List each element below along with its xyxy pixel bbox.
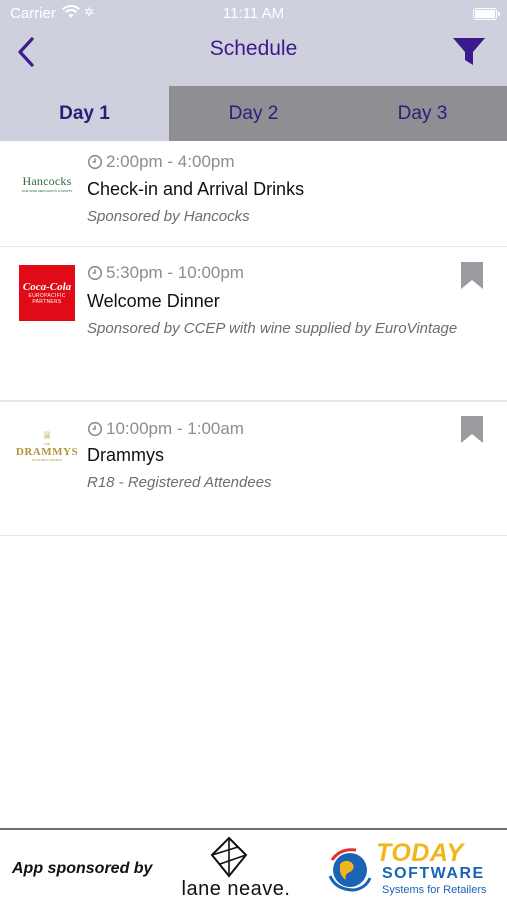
navigation-bar: Schedule: [0, 28, 507, 86]
battery-icon: [473, 8, 500, 20]
event-time-text: 10:00pm - 1:00am: [106, 419, 244, 438]
tab-day-1[interactable]: Day 1: [0, 86, 169, 141]
clock-icon: [87, 421, 103, 437]
clock-icon: [87, 265, 103, 281]
event-subtitle: R18 - Registered Attendees: [87, 474, 272, 491]
lane-neave-name: lane neave.: [181, 878, 291, 900]
event-item[interactable]: ♕ THE DRAMMYS NZ WHISKY AWARDS 10:00pm -…: [0, 401, 507, 536]
today-software-subtitle: SOFTWARE: [382, 865, 485, 882]
drammys-logo: ♕ THE DRAMMYS NZ WHISKY AWARDS: [15, 418, 79, 474]
event-title: Check-in and Arrival Drinks: [87, 179, 305, 199]
event-subtitle: Sponsored by Hancocks: [87, 208, 250, 225]
event-title: Welcome Dinner: [87, 291, 220, 311]
lane-neave-icon: [210, 836, 248, 878]
sponsor-banner[interactable]: App sponsored by lane neave. TODAY SOFTW…: [0, 828, 507, 900]
today-software-logo: TODAY SOFTWARE Systems for Retailers: [326, 840, 502, 898]
tab-day-3[interactable]: Day 3: [338, 86, 507, 141]
drammys-logo-name: DRAMMYS: [15, 446, 79, 458]
bookmark-icon[interactable]: [459, 415, 485, 445]
hancocks-logo-tagline: FINE WINE MERCHANTS & SPIRITS: [21, 188, 73, 193]
globe-icon: [328, 848, 372, 892]
filter-button[interactable]: [449, 32, 489, 72]
event-title: Drammys: [87, 445, 164, 465]
day-tabs: Day 1 Day 2 Day 3: [0, 86, 507, 141]
event-time: 5:30pm - 10:00pm: [87, 263, 244, 283]
today-software-tagline: Systems for Retailers: [382, 884, 487, 896]
event-time: 10:00pm - 1:00am: [87, 419, 244, 439]
funnel-icon: [453, 38, 485, 65]
hancocks-logo-name: Hancocks: [22, 173, 72, 188]
sponsor-label: App sponsored by: [12, 860, 153, 877]
status-bar: Carrier ✲ 11:11 AM: [0, 0, 507, 28]
event-item[interactable]: Hancocks FINE WINE MERCHANTS & SPIRITS 2…: [0, 141, 507, 247]
bookmark-icon[interactable]: [459, 261, 485, 291]
lane-neave-logo: lane neave.: [170, 836, 302, 900]
clock-time: 11:11 AM: [222, 5, 285, 22]
event-time-text: 2:00pm - 4:00pm: [106, 152, 235, 171]
today-software-title: TODAY: [376, 839, 464, 867]
hancocks-logo: Hancocks FINE WINE MERCHANTS & SPIRITS: [19, 155, 75, 211]
crest-icon: ♕: [42, 430, 52, 442]
page-title: Schedule: [209, 37, 298, 60]
clock-icon: [87, 154, 103, 170]
event-2-content: 5:30pm - 10:00pm Welcome Dinner Sponsore…: [0, 247, 507, 401]
tab-day-2[interactable]: Day 2: [169, 86, 338, 141]
event-subtitle: Sponsored by CCEP with wine supplied by …: [87, 320, 458, 337]
event-time-text: 5:30pm - 10:00pm: [106, 263, 244, 282]
drammys-logo-tagline: NZ WHISKY AWARDS: [31, 458, 63, 462]
event-time: 2:00pm - 4:00pm: [87, 152, 235, 172]
